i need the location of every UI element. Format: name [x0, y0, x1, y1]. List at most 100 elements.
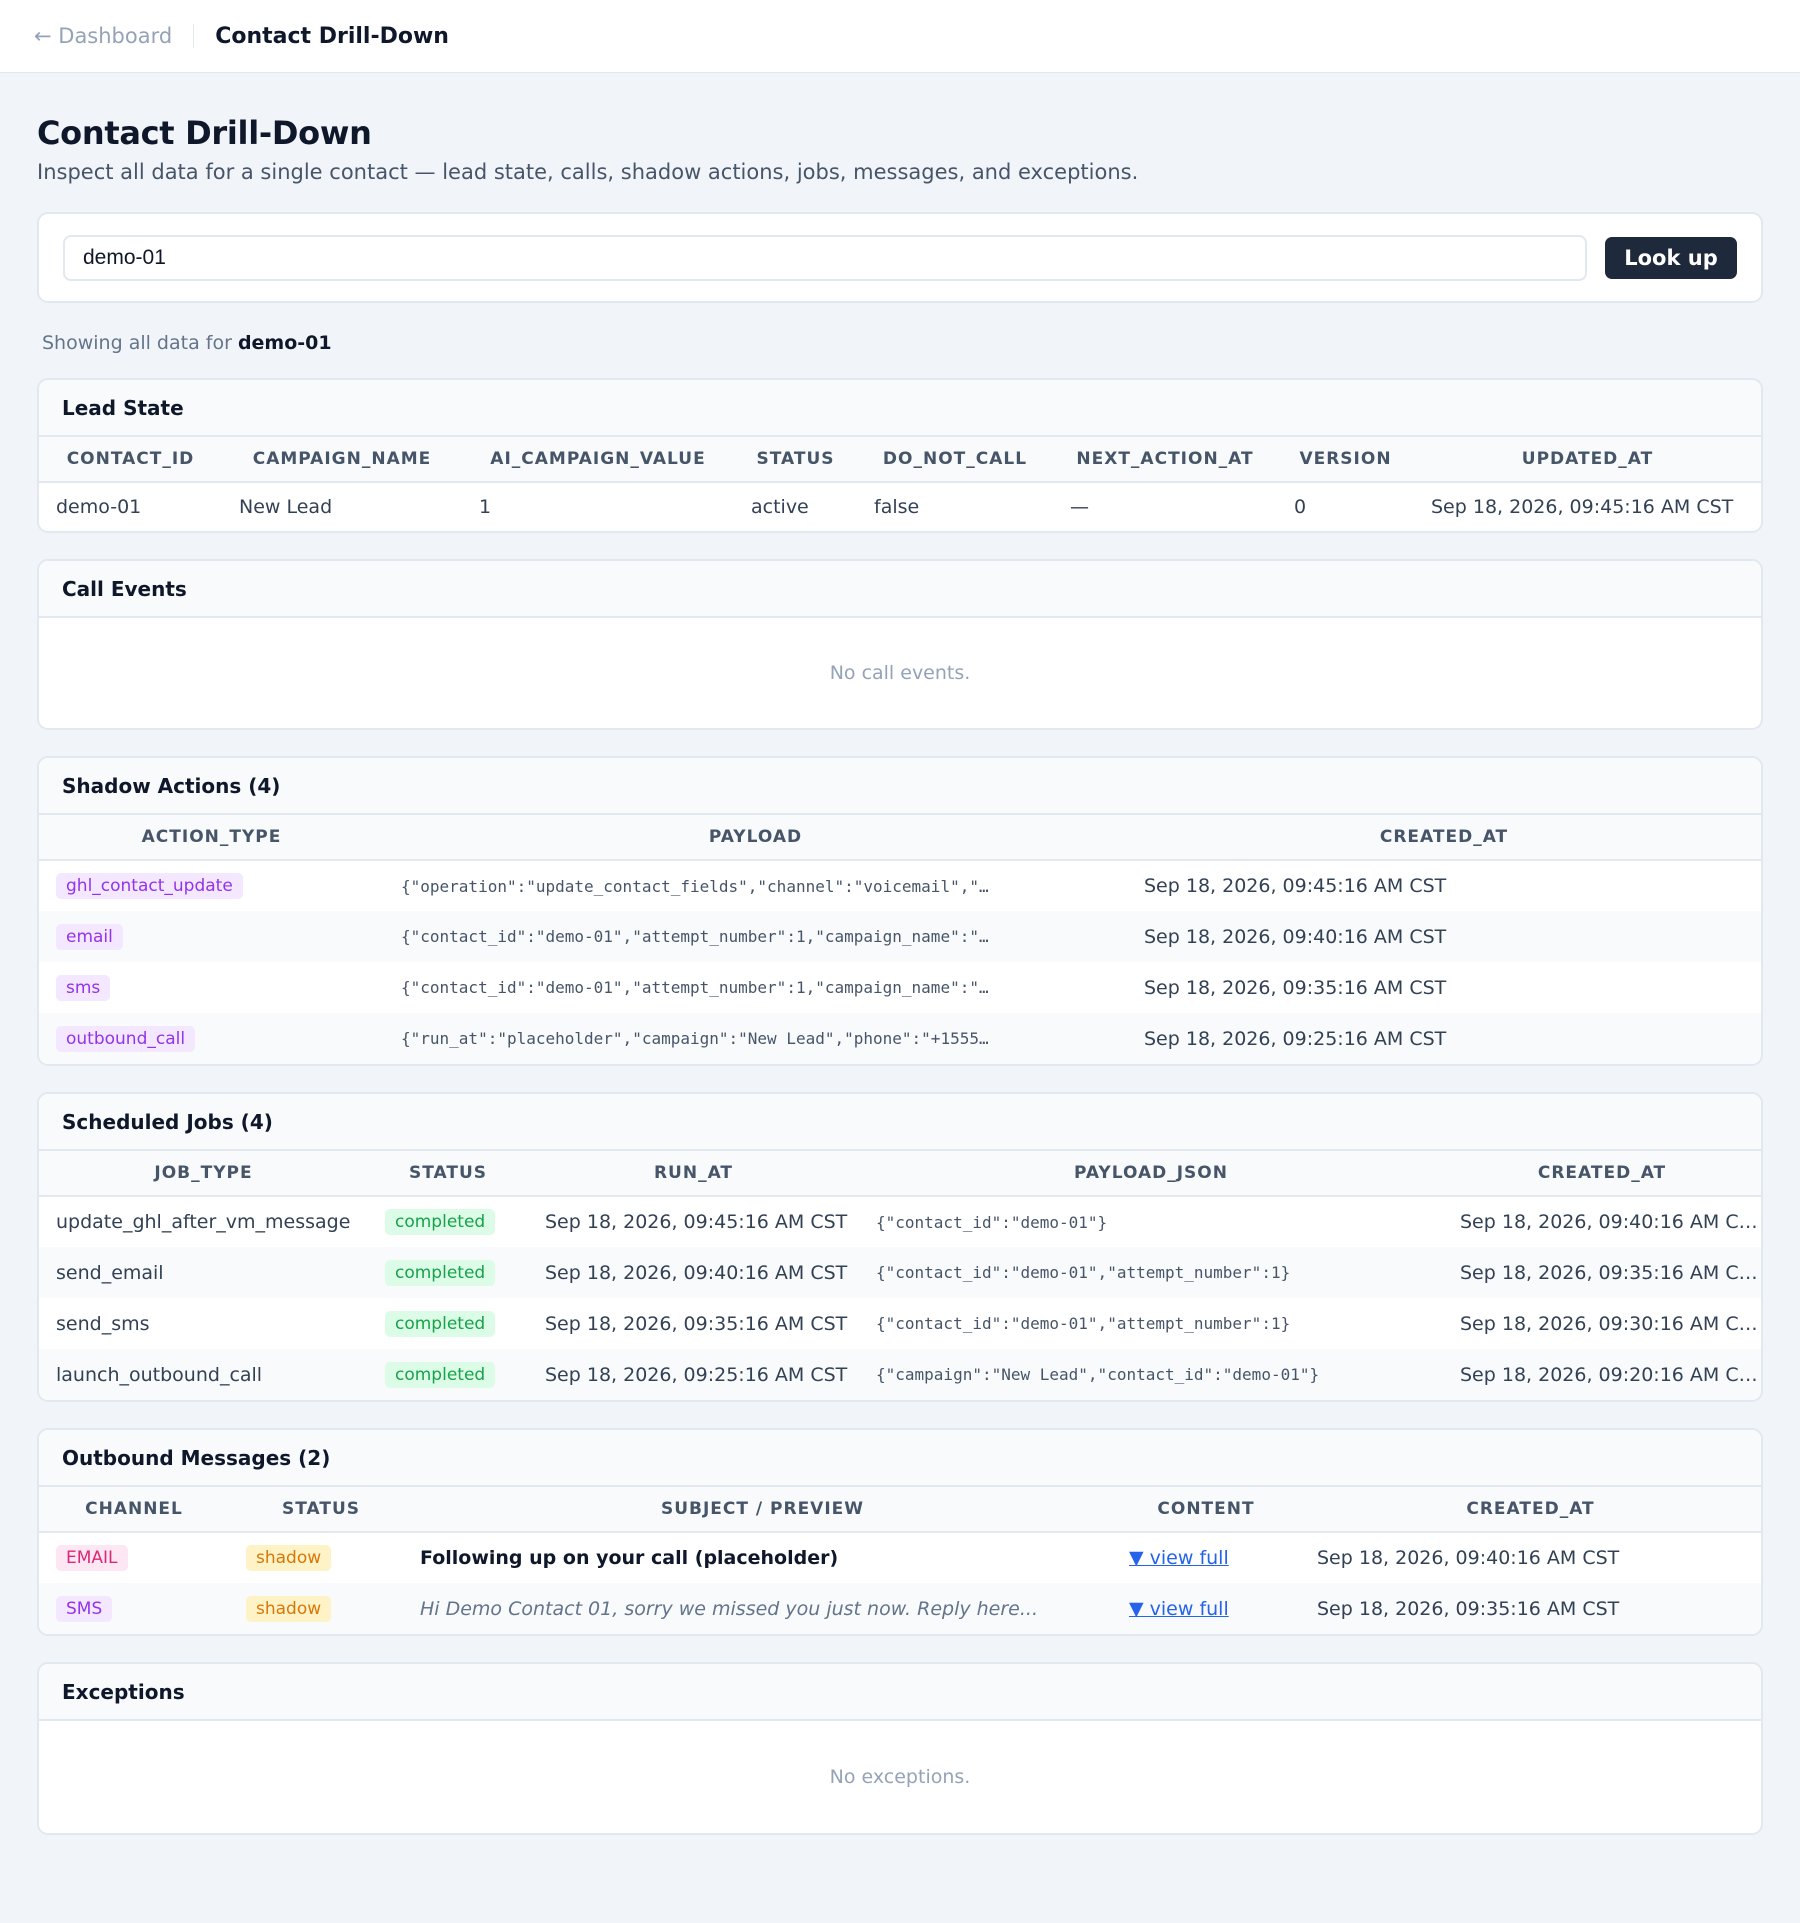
cell-created-at: Sep 18, 2026, 09:45:16 AM CST	[1144, 875, 1447, 897]
cell-job-type: update_ghl_after_vm_message	[56, 1211, 351, 1233]
table-row: ghl_contact_update {"operation":"update_…	[39, 860, 1761, 911]
cell-status: completed	[368, 1196, 528, 1247]
scheduled-jobs-table: JOB_TYPE STATUS RUN_AT PAYLOAD_JSON CREA…	[39, 1151, 1761, 1400]
cell-content: ▼ view full	[1112, 1583, 1300, 1634]
cell-status: completed	[368, 1298, 528, 1349]
column-header[interactable]: CAMPAIGN_NAME	[222, 437, 462, 482]
cell-created-at: Sep 18, 2026, 09:25:16 AM CST	[1144, 1027, 1447, 1050]
channel-badge: EMAIL	[56, 1545, 128, 1571]
column-header[interactable]: STATUS	[368, 1151, 528, 1196]
shadow-actions-table: ACTION_TYPE PAYLOAD CREATED_AT ghl_conta…	[39, 815, 1761, 1064]
cell-job-type: launch_outbound_call	[56, 1363, 263, 1386]
cell-status: active	[751, 496, 809, 518]
column-header[interactable]: UPDATED_AT	[1414, 437, 1761, 482]
table-row: outbound_call {"run_at":"placeholder","c…	[39, 1013, 1761, 1064]
column-header[interactable]: DO_NOT_CALL	[857, 437, 1053, 482]
cell-campaign-name: New Lead	[239, 496, 333, 518]
column-header[interactable]: ACTION_TYPE	[39, 815, 384, 860]
column-header[interactable]: CONTENT	[1112, 1487, 1300, 1532]
outbound-messages-title: Outbound Messages (2)	[39, 1430, 1761, 1487]
table-row: send_sms completed Sep 18, 2026, 09:35:1…	[39, 1298, 1761, 1349]
outbound-messages-card: Outbound Messages (2) CHANNEL STATUS SUB…	[37, 1428, 1763, 1636]
cell-run-at: Sep 18, 2026, 09:25:16 AM CST	[545, 1363, 848, 1386]
cell-status: completed	[368, 1247, 528, 1298]
lead-state-title: Lead State	[39, 380, 1761, 437]
table-row: update_ghl_after_vm_message completed Se…	[39, 1196, 1761, 1247]
cell-created-at: Sep 18, 2026, 09:35:16 AM CST	[1460, 1261, 1761, 1284]
table-header-row: CHANNEL STATUS SUBJECT / PREVIEW CONTENT…	[39, 1487, 1761, 1532]
cell-ai-campaign-value: 1	[479, 496, 492, 518]
main-content: Contact Drill-Down Inspect all data for …	[0, 114, 1800, 1835]
column-header[interactable]: STATUS	[229, 1487, 413, 1532]
status-badge: completed	[385, 1310, 496, 1337]
column-header[interactable]: CREATED_AT	[1300, 1487, 1761, 1532]
cell-run-at: Sep 18, 2026, 09:40:16 AM CST	[545, 1261, 848, 1284]
column-header[interactable]: CHANNEL	[39, 1487, 229, 1532]
shadow-actions-card: Shadow Actions (4) ACTION_TYPE PAYLOAD C…	[37, 756, 1763, 1066]
cell-next-action-at: —	[1070, 496, 1089, 518]
showing-text: Showing all data for demo-01	[37, 332, 1763, 354]
empty-state-text: No call events.	[829, 662, 971, 684]
page-subtitle: Inspect all data for a single contact — …	[37, 160, 1139, 184]
back-to-dashboard-link[interactable]: ← Dashboard	[34, 24, 172, 48]
column-header[interactable]: PAYLOAD	[384, 815, 1127, 860]
cell-created-at: Sep 18, 2026, 09:40:16 AM CST	[1317, 1547, 1620, 1569]
contact-id-input[interactable]	[63, 234, 1587, 281]
column-header[interactable]: SUBJECT / PREVIEW	[413, 1487, 1112, 1532]
table-row: sms {"contact_id":"demo-01","attempt_num…	[39, 962, 1761, 1013]
cell-created-at: Sep 18, 2026, 09:35:16 AM CST	[1144, 976, 1447, 999]
cell-payload-json: {"contact_id":"demo-01","attempt_number"…	[876, 1314, 1291, 1333]
view-full-toggle[interactable]: ▼ view full	[1129, 1598, 1229, 1620]
cell-created-at: Sep 18, 2026, 09:40:16 AM CST	[1460, 1211, 1761, 1233]
table-header-row: ACTION_TYPE PAYLOAD CREATED_AT	[39, 815, 1761, 860]
table-header-row: CONTACT_ID CAMPAIGN_NAME AI_CAMPAIGN_VAL…	[39, 437, 1761, 482]
cell-channel: SMS	[39, 1583, 229, 1634]
top-bar: ← Dashboard Contact Drill-Down	[0, 0, 1800, 73]
look-up-button[interactable]: Look up	[1605, 236, 1737, 279]
status-badge: shadow	[246, 1595, 332, 1622]
column-header[interactable]: VERSION	[1277, 437, 1414, 482]
cell-payload: {"operation":"update_contact_fields","ch…	[401, 876, 989, 896]
cell-payload: {"contact_id":"demo-01","attempt_number"…	[401, 927, 989, 946]
column-header[interactable]: CREATED_AT	[1127, 815, 1761, 860]
call-events-card: Call Events No call events.	[37, 559, 1763, 730]
table-row: send_email completed Sep 18, 2026, 09:40…	[39, 1247, 1761, 1298]
scheduled-jobs-card: Scheduled Jobs (4) JOB_TYPE STATUS RUN_A…	[37, 1092, 1763, 1402]
action-type-badge: ghl_contact_update	[56, 873, 243, 899]
view-full-toggle[interactable]: ▼ view full	[1129, 1547, 1229, 1569]
column-header[interactable]: PAYLOAD_JSON	[859, 1151, 1443, 1196]
status-badge: completed	[385, 1361, 496, 1388]
exceptions-card: Exceptions No exceptions.	[37, 1662, 1763, 1835]
empty-state-text: No exceptions.	[829, 1766, 971, 1788]
column-header[interactable]: CONTACT_ID	[39, 437, 222, 482]
cell-channel: EMAIL	[39, 1532, 229, 1583]
action-type-badge: outbound_call	[56, 1025, 196, 1052]
cell-do-not-call: false	[874, 496, 920, 518]
cell-status: completed	[368, 1349, 528, 1400]
action-type-badge: sms	[56, 974, 111, 1001]
cell-action-type: ghl_contact_update	[39, 860, 384, 911]
status-badge: shadow	[246, 1545, 332, 1571]
exceptions-title: Exceptions	[39, 1664, 1761, 1721]
cell-run-at: Sep 18, 2026, 09:45:16 AM CST	[545, 1211, 848, 1233]
cell-version: 0	[1294, 496, 1307, 518]
cell-created-at: Sep 18, 2026, 09:30:16 AM CST	[1460, 1312, 1761, 1335]
status-badge: completed	[385, 1259, 496, 1286]
column-header[interactable]: CREATED_AT	[1443, 1151, 1761, 1196]
showing-prefix: Showing all data for	[42, 332, 238, 354]
column-header[interactable]: STATUS	[734, 437, 857, 482]
showing-contact-id: demo-01	[237, 332, 332, 354]
column-header[interactable]: NEXT_ACTION_AT	[1053, 437, 1277, 482]
column-header[interactable]: RUN_AT	[528, 1151, 859, 1196]
cell-content: ▼ view full	[1112, 1532, 1300, 1583]
search-card: Look up	[37, 212, 1763, 303]
action-type-badge: email	[56, 923, 123, 950]
outbound-messages-table: CHANNEL STATUS SUBJECT / PREVIEW CONTENT…	[39, 1487, 1761, 1634]
table-row: email {"contact_id":"demo-01","attempt_n…	[39, 911, 1761, 962]
cell-run-at: Sep 18, 2026, 09:35:16 AM CST	[545, 1312, 848, 1335]
cell-payload: {"run_at":"placeholder","campaign":"New …	[401, 1029, 989, 1048]
column-header[interactable]: JOB_TYPE	[39, 1151, 368, 1196]
column-header[interactable]: AI_CAMPAIGN_VALUE	[462, 437, 734, 482]
cell-job-type: send_email	[56, 1261, 164, 1284]
cell-contact-id: demo-01	[56, 496, 142, 518]
